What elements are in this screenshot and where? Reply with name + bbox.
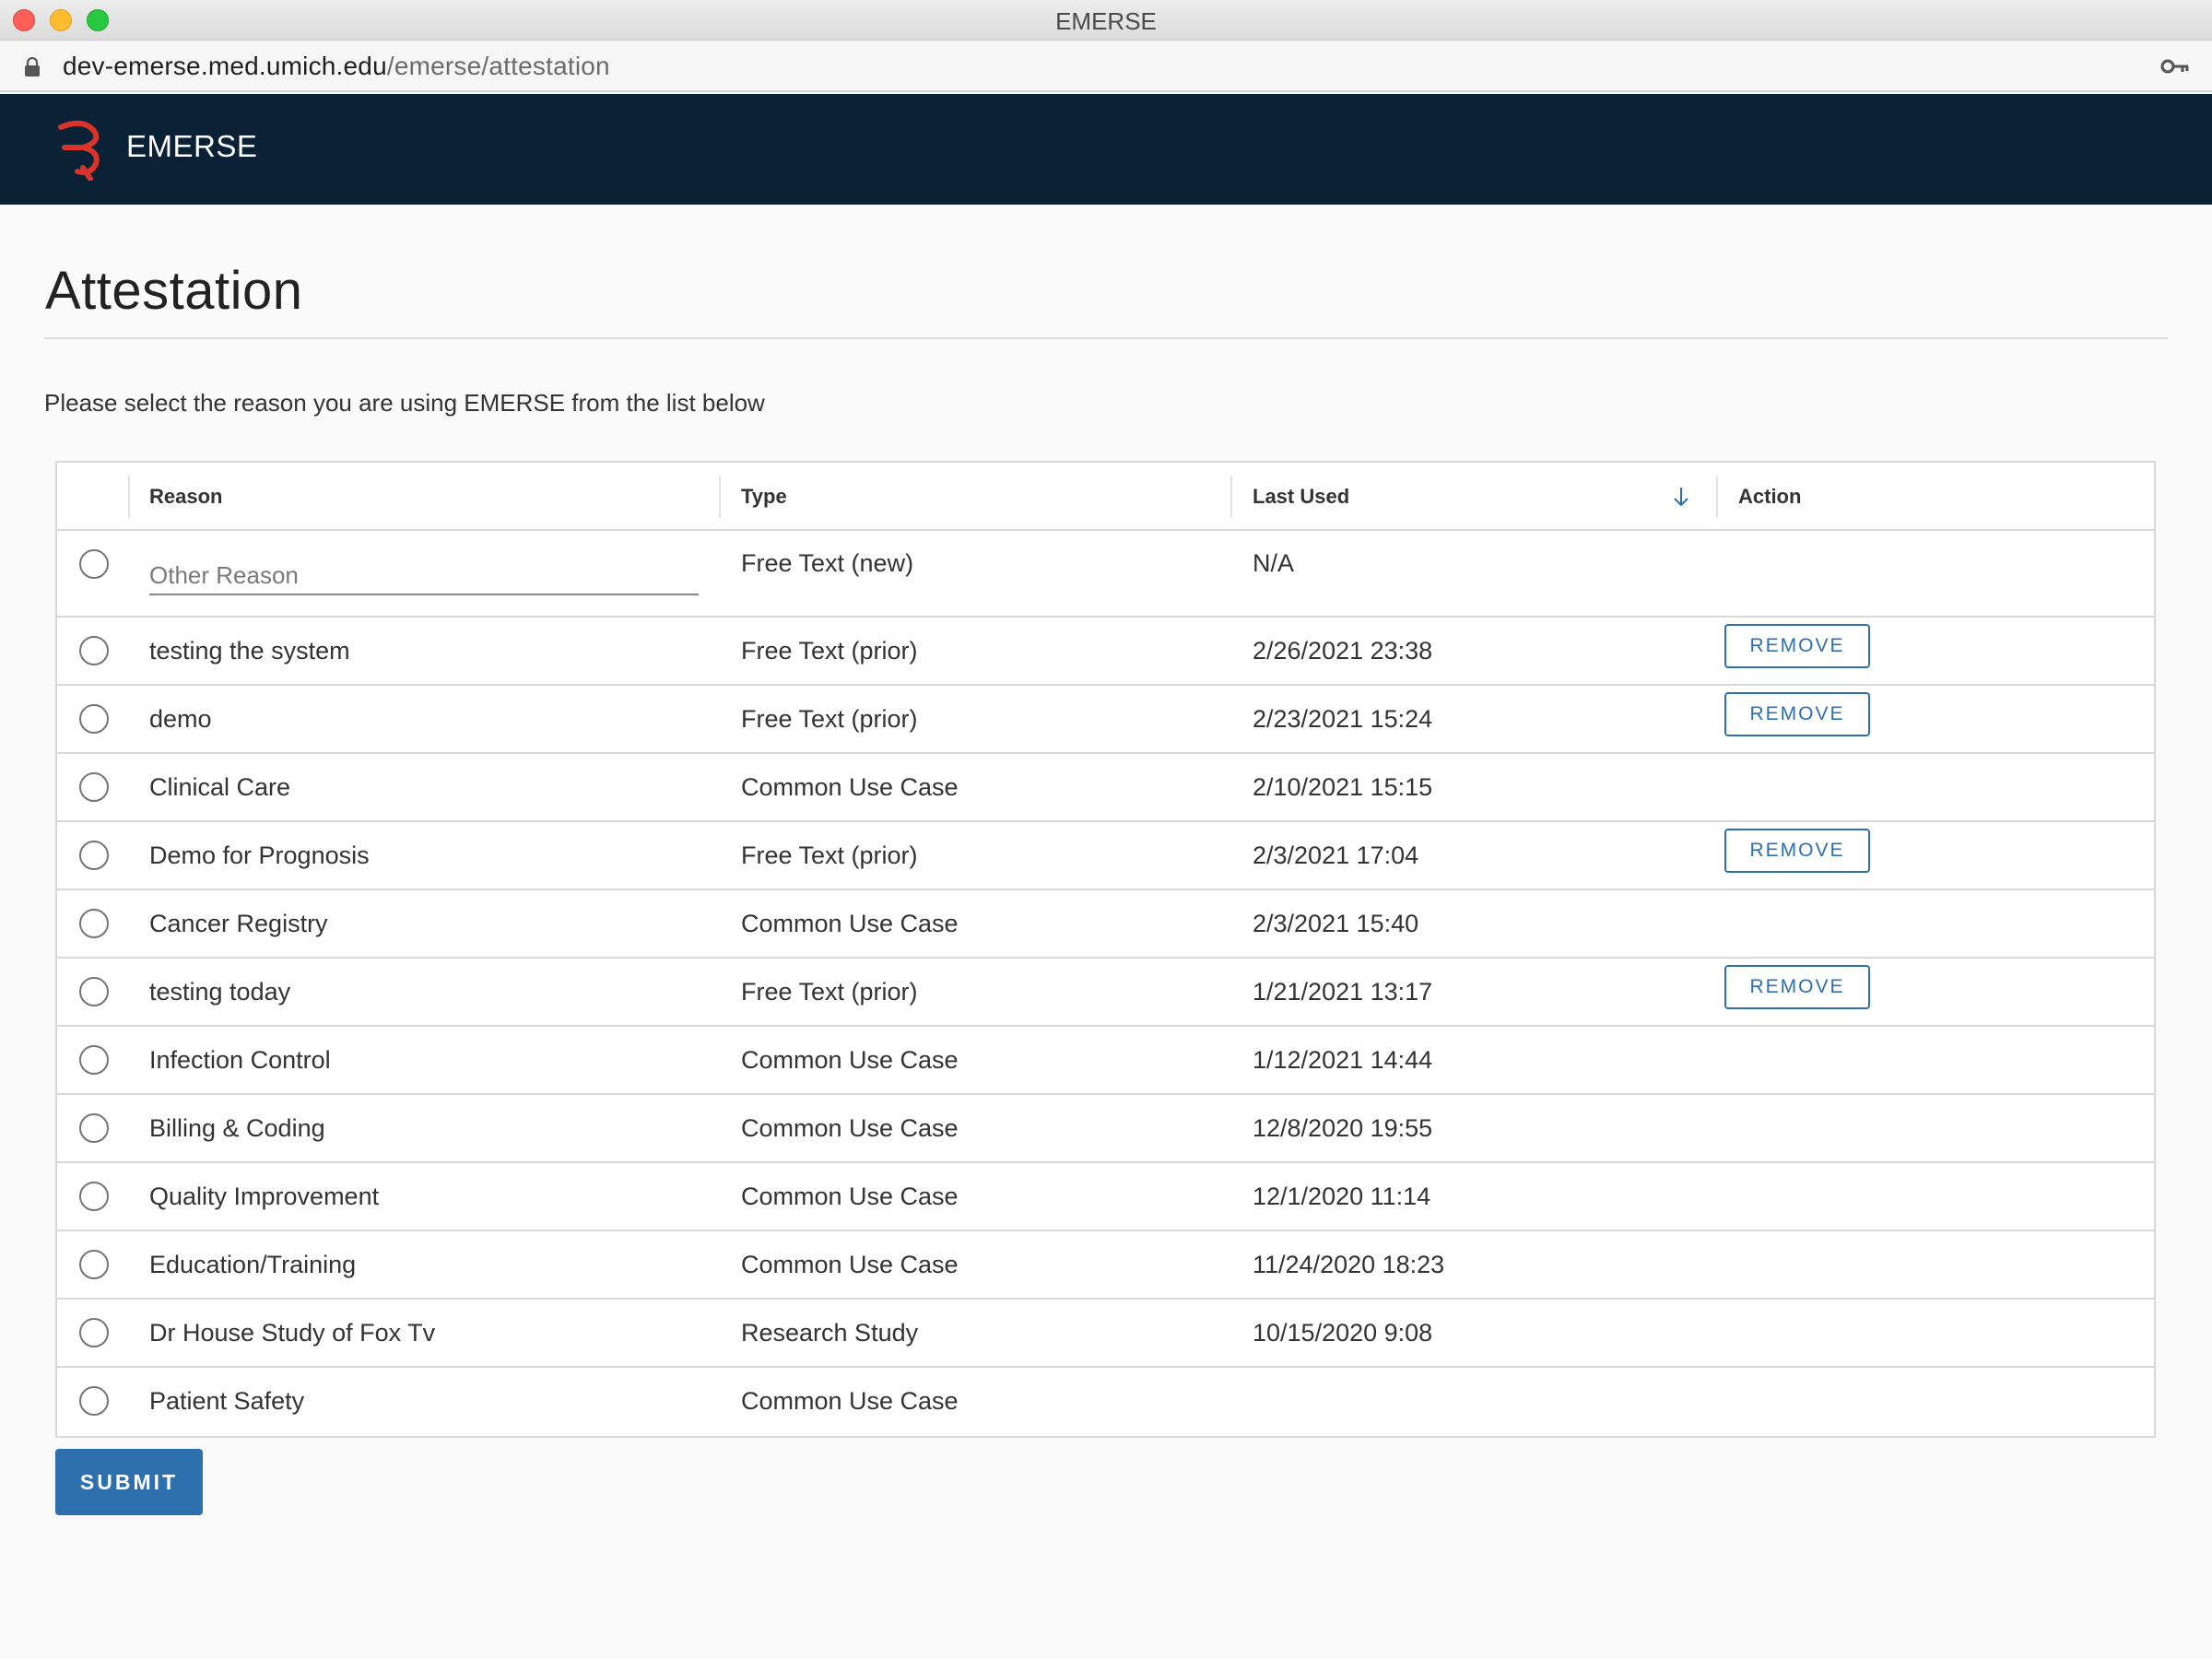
emerse-logo-icon[interactable] [55,120,103,181]
last-used-cell: 2/3/2021 15:40 [1253,910,1419,937]
reason-cell: Billing & Coding [149,1114,325,1142]
table-row: Cancer Registry Common Use Case 2/3/2021 1… [57,890,2154,959]
type-cell: Free Text (new) [741,549,914,577]
header-separator [1716,476,1718,518]
type-cell: Common Use Case [741,910,959,937]
reason-cell: testing the system [149,637,350,665]
title-divider [44,337,2168,339]
last-used-cell: 1/12/2021 14:44 [1253,1046,1433,1074]
reason-cell: Clinical Care [149,773,291,801]
last-used-cell: 2/10/2021 15:15 [1253,773,1433,801]
table-row: Clinical Care Common Use Case 2/10/2021 15… [57,754,2154,822]
last-used-cell: 12/1/2020 11:14 [1253,1182,1431,1210]
type-cell: Common Use Case [741,1046,959,1074]
reason-radio[interactable] [79,1113,109,1143]
type-cell: Common Use Case [741,1114,959,1142]
remove-button[interactable]: REMOVE [1724,965,1870,1009]
type-cell: Common Use Case [741,1182,959,1210]
reason-cell: Cancer Registry [149,910,328,937]
table-row: Billing & Coding Common Use Case 12/8/2020… [57,1095,2154,1163]
table-row: Dr House Study of Fox Tv Research Study 10… [57,1300,2154,1368]
url-host: dev-emerse.med.umich.edu [63,52,387,80]
type-cell: Research Study [741,1319,919,1347]
type-cell: Common Use Case [741,1387,959,1415]
reason-cell: Quality Improvement [149,1182,380,1210]
reason-radio[interactable] [79,636,109,665]
app-header: EMERSE [0,94,2212,205]
reason-radio[interactable] [79,1386,109,1416]
reasons-table: Reason Type Last Used Action Free Text (… [55,461,2156,1438]
table-header: Reason Type Last Used Action [57,463,2154,531]
table-row: Demo for Prognosis Free Text (prior) 2/3/2… [57,822,2154,890]
last-used-cell: 2/26/2021 23:38 [1253,637,1433,665]
reason-cell: demo [149,705,212,733]
reason-cell: Infection Control [149,1046,331,1074]
remove-button[interactable]: REMOVE [1724,692,1870,736]
page-title: Attestation [45,261,303,321]
table-row: testing the system Free Text (prior) 2/26/… [57,618,2154,686]
url-path: /emerse/attestation [386,52,610,80]
table-row: Infection Control Common Use Case 1/12/202… [57,1027,2154,1095]
reason-radio[interactable] [79,1045,109,1075]
type-cell: Free Text (prior) [741,978,918,1006]
header-separator [719,476,721,518]
reason-radio[interactable] [79,1318,109,1347]
type-cell: Free Text (prior) [741,841,918,869]
url-text[interactable]: dev-emerse.med.umich.edu/emerse/attestat… [63,52,610,81]
remove-button[interactable]: REMOVE [1724,829,1870,873]
table-row: demo Free Text (prior) 2/23/2021 15:24 REMO… [57,686,2154,754]
app-name[interactable]: EMERSE [126,129,257,164]
reason-radio[interactable] [79,1182,109,1211]
reason-radio[interactable] [79,841,109,870]
lock-icon [25,57,40,76]
sort-descending-icon[interactable] [1671,485,1691,509]
reason-cell: Demo for Prognosis [149,841,370,869]
reason-cell: Dr House Study of Fox Tv [149,1319,436,1347]
type-cell: Free Text (prior) [741,705,918,733]
reason-radio[interactable] [79,909,109,938]
table-row: Education/Training Common Use Case 11/24/2… [57,1231,2154,1300]
instruction-text: Please select the reason you are using E… [44,389,765,417]
type-cell: Free Text (prior) [741,637,918,665]
table-row-other-reason: Free Text (new) N/A [57,531,2154,618]
type-cell: Common Use Case [741,773,959,801]
header-type[interactable]: Type [741,463,787,531]
last-used-cell: 10/15/2020 9:08 [1253,1319,1433,1347]
last-used-cell: 2/23/2021 15:24 [1253,705,1433,733]
table-row: testing today Free Text (prior) 1/21/2021 … [57,959,2154,1027]
last-used-cell: N/A [1253,549,1295,577]
reason-radio[interactable] [79,772,109,802]
last-used-cell: 1/21/2021 13:17 [1253,978,1433,1006]
header-reason[interactable]: Reason [149,463,222,531]
address-bar[interactable]: dev-emerse.med.umich.edu/emerse/attestat… [0,41,2212,92]
type-cell: Common Use Case [741,1251,959,1278]
reason-radio[interactable] [79,549,109,579]
reason-cell: testing today [149,978,291,1006]
table-row: Patient Safety Common Use Case [57,1368,2154,1436]
window-titlebar: EMERSE [0,0,2212,41]
window-title: EMERSE [1055,7,1157,35]
header-separator [128,476,130,518]
last-used-cell: 11/24/2020 18:23 [1253,1251,1445,1278]
header-action: Action [1738,485,1802,508]
submit-button[interactable]: SUBMIT [55,1449,203,1515]
reason-radio[interactable] [79,704,109,734]
last-used-cell: 12/8/2020 19:55 [1253,1114,1433,1142]
reason-radio[interactable] [79,977,109,1006]
header-last-used[interactable]: Last Used [1253,463,1349,531]
reason-cell: Patient Safety [149,1387,305,1415]
remove-button[interactable]: REMOVE [1724,624,1870,668]
key-icon[interactable] [2160,55,2190,77]
header-separator [1230,476,1232,518]
reason-radio[interactable] [79,1250,109,1279]
last-used-cell: 2/3/2021 17:04 [1253,841,1419,869]
other-reason-input[interactable] [149,551,699,595]
reason-cell: Education/Training [149,1251,357,1278]
table-row: Quality Improvement Common Use Case 12/1/2… [57,1163,2154,1231]
